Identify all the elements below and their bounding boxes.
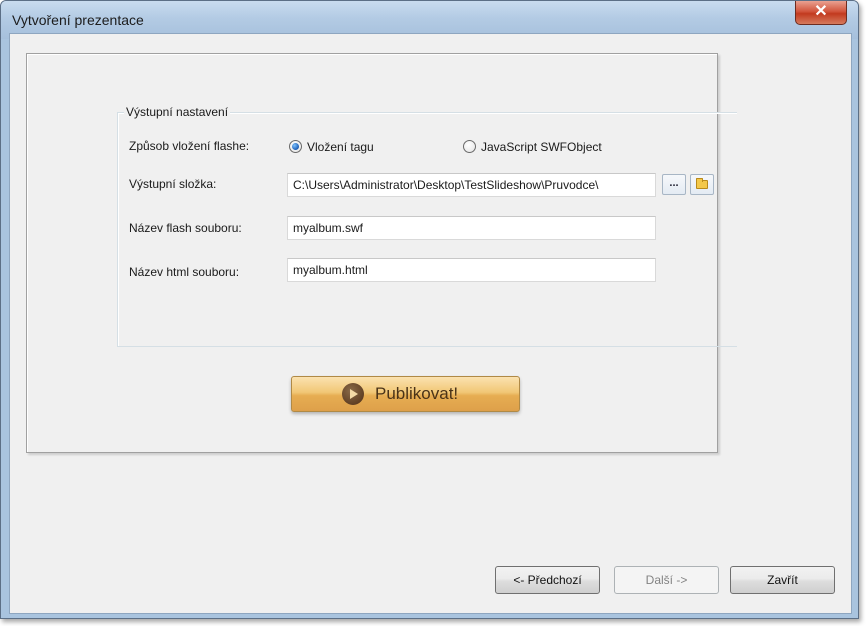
close-window-button[interactable]: ✕	[795, 1, 847, 25]
output-folder-field[interactable]: C:\Users\Administrator\Desktop\TestSlide…	[287, 173, 656, 197]
publish-label: Publikovat!	[375, 384, 459, 403]
embed-method-label: Způsob vložení flashe:	[129, 139, 250, 153]
radio-swfobject[interactable]	[463, 140, 476, 153]
publish-button[interactable]: Publikovat!	[291, 376, 520, 412]
folder-open-icon	[696, 178, 708, 189]
browse-button[interactable]: ...	[662, 174, 686, 195]
output-folder-label: Výstupní složka:	[129, 177, 217, 191]
close-icon: ✕	[814, 3, 828, 20]
wizard-client-area: Výstupní nastavení Způsob vložení flashe…	[9, 33, 852, 614]
close-button[interactable]: Zavřít	[730, 566, 835, 594]
radio-swfobject-label[interactable]: JavaScript SWFObject	[481, 140, 602, 154]
radio-embed-tag-label[interactable]: Vložení tagu	[307, 140, 374, 154]
radio-embed-tag[interactable]	[289, 140, 302, 153]
flash-file-field[interactable]: myalbum.swf	[287, 216, 656, 240]
output-settings-title: Výstupní nastavení	[124, 105, 231, 119]
next-button[interactable]: Další ->	[614, 566, 719, 594]
previous-button[interactable]: <- Předchozí	[495, 566, 600, 594]
wizard-window: Vytvoření prezentace ✕ Výstupní nastaven…	[0, 0, 859, 619]
window-title: Vytvoření prezentace	[12, 12, 144, 28]
open-folder-button[interactable]	[690, 174, 714, 195]
html-file-label: Název html souboru:	[129, 265, 240, 279]
content-panel: Výstupní nastavení Způsob vložení flashe…	[26, 53, 737, 453]
html-file-field[interactable]: myalbum.html	[287, 258, 656, 282]
play-icon	[342, 383, 364, 405]
flash-file-label: Název flash souboru:	[129, 221, 242, 235]
